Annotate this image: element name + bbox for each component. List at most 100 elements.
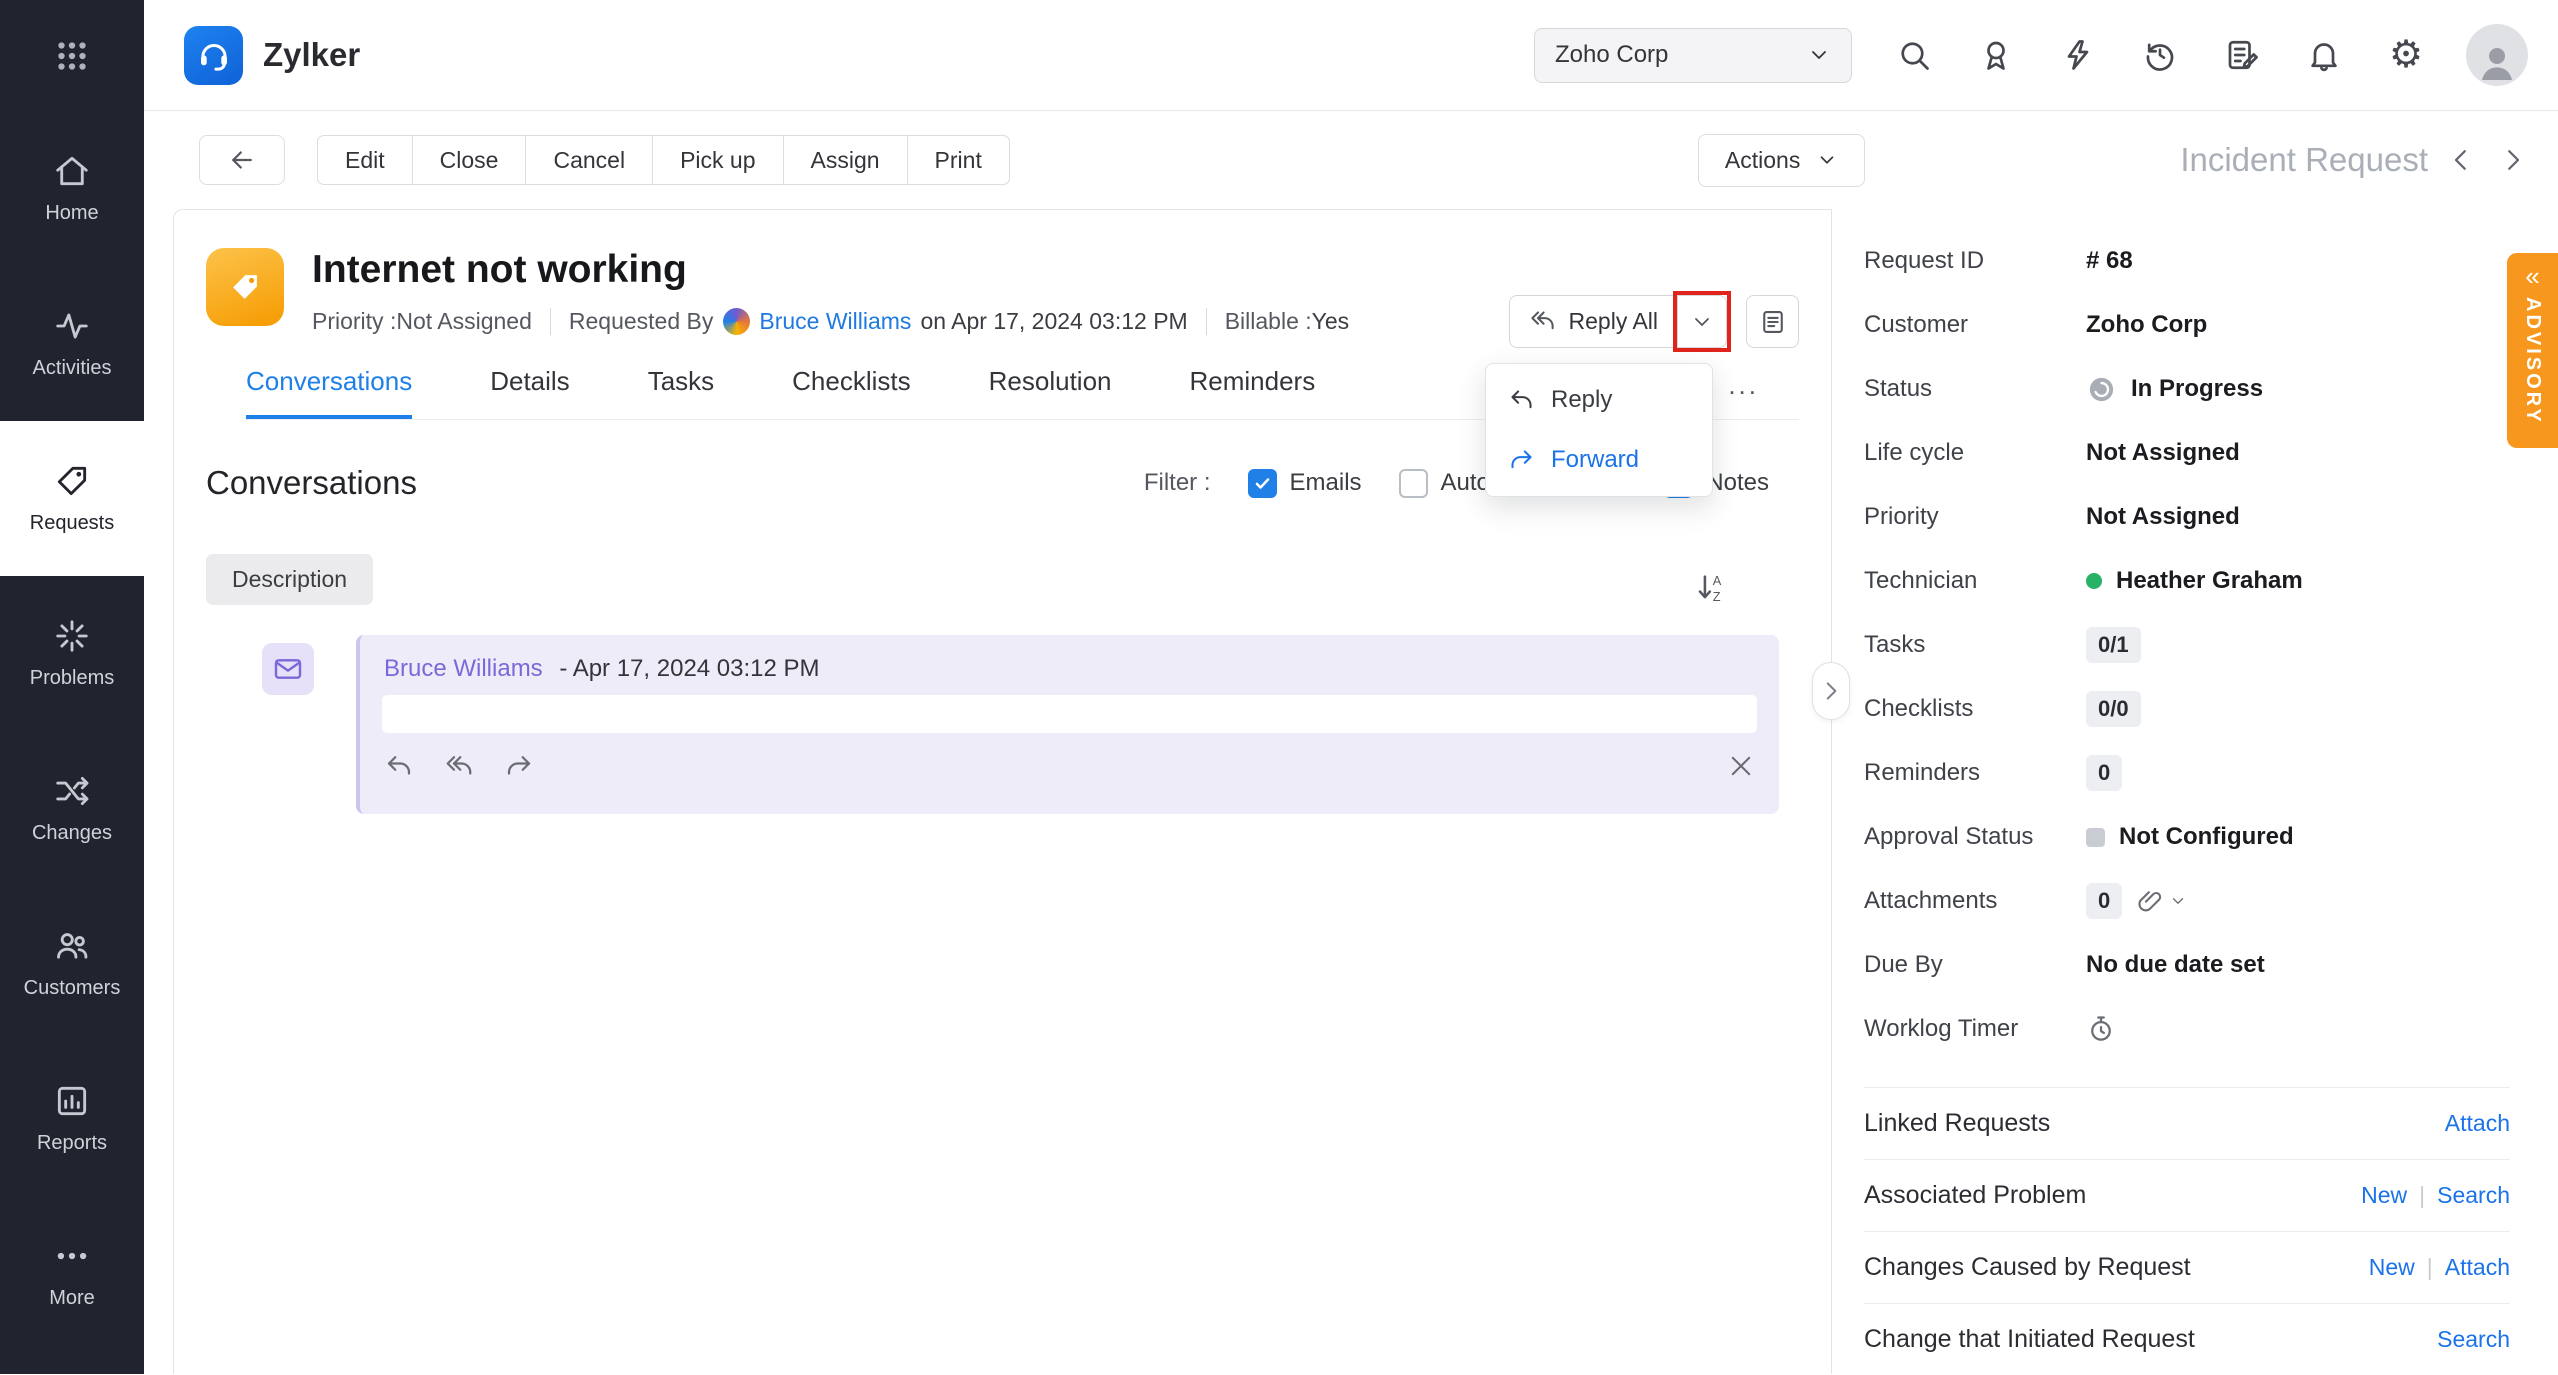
filter-emails[interactable]: Emails <box>1248 469 1362 498</box>
print-button[interactable]: Print <box>907 135 1010 185</box>
approval-status-value: Not Configured <box>2119 823 2294 851</box>
advisory-label: ADVISORY <box>2521 297 2544 425</box>
auto-notifications-checkbox[interactable] <box>1399 469 1428 498</box>
settings-icon[interactable]: ⚙ <box>2386 35 2426 75</box>
feedback-icon[interactable] <box>2222 35 2262 75</box>
org-selector[interactable]: Zoho Corp <box>1534 28 1852 83</box>
back-button[interactable] <box>199 135 285 185</box>
add-notes-button[interactable] <box>1746 295 1799 348</box>
chevron-down-icon <box>2169 892 2187 910</box>
changes-caused-attach-link[interactable]: Attach <box>2415 1254 2510 1281</box>
sidebar-item-activities[interactable]: Activities <box>0 266 144 421</box>
search-icon[interactable] <box>1894 35 1934 75</box>
sidebar-item-home[interactable]: Home <box>0 111 144 266</box>
sidebar-item-label: Problems <box>30 667 114 690</box>
paperclip-icon <box>2136 887 2164 915</box>
request-id-value: # 68 <box>2086 247 2133 275</box>
quick-actions-icon[interactable] <box>2058 35 2098 75</box>
sidebar-item-customers[interactable]: Customers <box>0 886 144 1041</box>
user-avatar[interactable] <box>2466 24 2528 86</box>
pickup-button[interactable]: Pick up <box>652 135 783 185</box>
svg-text:Z: Z <box>1713 589 1721 604</box>
changes-icon <box>53 772 91 810</box>
filter-label: Filter : <box>1144 469 1211 497</box>
detail-row-tasks: Tasks 0/1 <box>1864 613 2510 677</box>
sort-icon[interactable]: AZ <box>1695 571 1729 605</box>
description-chip[interactable]: Description <box>206 554 373 605</box>
billable-label: Billable : <box>1225 308 1312 335</box>
emails-checkbox[interactable] <box>1248 469 1277 498</box>
menu-item-forward[interactable]: Forward <box>1486 430 1712 490</box>
collapse-conversation-icon[interactable] <box>1727 752 1755 780</box>
sidebar-item-changes[interactable]: Changes <box>0 731 144 886</box>
cancel-button[interactable]: Cancel <box>525 135 653 185</box>
advisory-collapse-icon: « <box>2525 263 2539 289</box>
activities-icon <box>53 307 91 345</box>
forward-icon[interactable] <box>504 751 534 781</box>
linked-requests-attach-link[interactable]: Attach <box>2445 1110 2510 1137</box>
change-initiated-search-link[interactable]: Search <box>2437 1326 2510 1353</box>
tab-details[interactable]: Details <box>490 366 569 419</box>
close-request-button[interactable]: Close <box>412 135 527 185</box>
sidebar-item-label: Home <box>45 202 98 225</box>
reply-options-caret-button[interactable] <box>1678 295 1727 348</box>
tasks-count-badge[interactable]: 0/1 <box>2086 627 2141 663</box>
brand-name: Zylker <box>263 36 360 74</box>
notifications-icon[interactable] <box>2304 35 2344 75</box>
home-icon <box>53 152 91 190</box>
tab-checklists[interactable]: Checklists <box>792 366 910 419</box>
details-panel-expander[interactable] <box>1812 662 1850 720</box>
reply-icon[interactable] <box>384 751 414 781</box>
detail-row-request-id: Request ID # 68 <box>1864 229 2510 293</box>
rewards-icon[interactable] <box>1976 35 2016 75</box>
email-icon <box>262 643 314 695</box>
detail-row-checklists: Checklists 0/0 <box>1864 677 2510 741</box>
checklists-count-badge[interactable]: 0/0 <box>2086 691 2141 727</box>
actions-dropdown-button[interactable]: Actions <box>1698 134 1865 187</box>
assign-button[interactable]: Assign <box>783 135 908 185</box>
changes-caused-row: Changes Caused by Request New Attach <box>1864 1231 2510 1303</box>
associated-problem-search-link[interactable]: Search <box>2407 1182 2510 1209</box>
requested-by-label: Requested By <box>569 308 713 335</box>
detail-row-life-cycle: Life cycle Not Assigned <box>1864 421 2510 485</box>
associated-problem-new-link[interactable]: New <box>2361 1182 2407 1209</box>
sidebar-item-requests[interactable]: Requests <box>0 421 144 576</box>
tab-reminders[interactable]: Reminders <box>1190 366 1316 419</box>
app-launcher-icon[interactable] <box>0 0 144 111</box>
changes-caused-new-link[interactable]: New <box>2369 1254 2415 1281</box>
tab-resolution[interactable]: Resolution <box>989 366 1112 419</box>
attach-file-control[interactable] <box>2136 887 2187 915</box>
sidebar-item-problems[interactable]: Problems <box>0 576 144 731</box>
request-meta: Priority :Not Assigned Requested By Bruc… <box>312 308 1485 335</box>
top-header: Zylker Zoho Corp ⚙ <box>144 0 2558 111</box>
tab-tasks[interactable]: Tasks <box>648 366 714 419</box>
conversation-item: Bruce Williams - Apr 17, 2024 03:12 PM <box>262 635 1779 814</box>
change-initiated-row: Change that Initiated Request Search <box>1864 1303 2510 1375</box>
history-icon[interactable] <box>2140 35 2180 75</box>
forward-icon <box>1508 447 1535 474</box>
next-record-icon[interactable] <box>2498 145 2528 175</box>
request-title: Internet not working <box>312 248 1485 292</box>
menu-item-reply[interactable]: Reply <box>1486 370 1712 430</box>
customer-value: Zoho Corp <box>2086 311 2207 339</box>
edit-button[interactable]: Edit <box>317 135 413 185</box>
detail-row-status: Status In Progress <box>1864 357 2510 421</box>
request-detail-card: Internet not working Priority :Not Assig… <box>173 209 1832 1374</box>
billable-value: Yes <box>1312 308 1350 335</box>
conversation-sender-link[interactable]: Bruce Williams <box>384 655 543 682</box>
previous-record-icon[interactable] <box>2446 145 2476 175</box>
tabs-overflow[interactable]: ... <box>1728 370 1759 419</box>
attachments-count-badge[interactable]: 0 <box>2086 883 2122 919</box>
advisory-tab[interactable]: « ADVISORY <box>2507 253 2558 448</box>
sidebar-item-reports[interactable]: Reports <box>0 1041 144 1196</box>
reply-all-icon[interactable] <box>444 751 474 781</box>
zylker-logo[interactable] <box>184 26 243 85</box>
sidebar-item-more[interactable]: More <box>0 1196 144 1351</box>
reminders-count-badge[interactable]: 0 <box>2086 755 2122 791</box>
stopwatch-icon[interactable] <box>2086 1014 2116 1044</box>
approval-status-icon <box>2086 828 2105 847</box>
requester-link[interactable]: Bruce Williams <box>759 308 911 335</box>
reply-all-button[interactable]: Reply All <box>1509 295 1678 348</box>
tab-conversations[interactable]: Conversations <box>246 366 412 419</box>
detail-row-worklog-timer: Worklog Timer <box>1864 997 2510 1061</box>
